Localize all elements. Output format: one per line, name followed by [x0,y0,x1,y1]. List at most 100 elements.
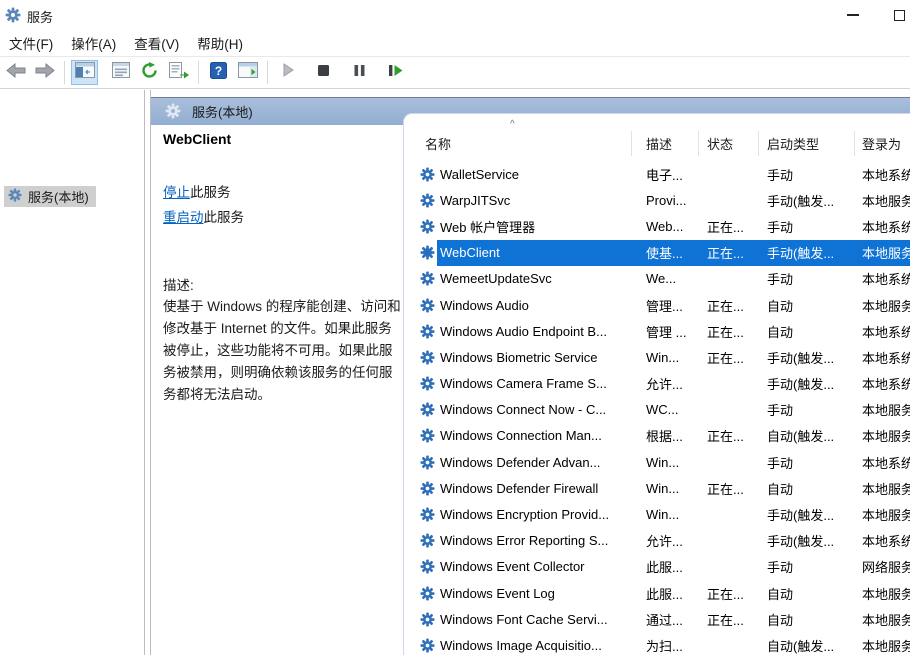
column-header-status[interactable]: 状态 [707,134,733,153]
restart-service-link[interactable]: 重启动 [163,210,204,225]
table-row[interactable]: Windows Encryption Provid...Win...手动(触发.… [404,501,910,527]
menu-item[interactable]: 操作(A) [62,29,125,57]
back-button[interactable] [2,60,29,85]
table-row[interactable]: WemeetUpdateSvcWe... 手动本地系统 [404,266,910,292]
cell-log-on-as: 本地系统 [854,269,910,288]
column-header-startup-type[interactable]: 启动类型 [767,134,819,153]
table-row[interactable]: Windows Audio管理...正在...自动本地服务 [404,292,910,318]
cell-name: Web 帐户管理器 [404,217,631,236]
cell-name: WemeetUpdateSvc [404,271,631,286]
start-icon [281,63,295,82]
service-gear-icon [420,298,435,313]
cell-name: Windows Error Reporting S... [404,533,631,548]
cell-description: 此服... [631,584,698,603]
cell-startup-type: 自动(触发... [758,426,854,445]
cell-description: Win... [631,507,698,522]
service-name: WalletService [440,167,519,182]
service-name: Windows Image Acquisitio... [440,638,602,653]
table-header: ^ 名称描述状态启动类型登录为 [404,114,910,161]
console-tree-icon [75,62,95,83]
help-button[interactable]: ? [205,60,232,85]
services-gear-icon [8,188,22,205]
table-row[interactable]: Web 帐户管理器Web...正在...手动本地系统 [404,213,910,239]
column-header-description[interactable]: 描述 [646,134,672,153]
column-header-name[interactable]: 名称 [425,134,451,153]
show-action-pane-button[interactable] [234,60,261,85]
table-row[interactable]: WarpJITSvcProvi...手动(触发...本地服务 [404,187,910,213]
cell-description: 允许... [631,531,698,550]
cell-name: Windows Audio [404,298,631,313]
table-row[interactable]: Windows Event Log此服...正在...自动本地服务 [404,580,910,606]
table-row[interactable]: WalletService电子...手动本地系统 [404,161,910,187]
show-console-tree-button[interactable] [71,60,98,85]
cell-log-on-as: 网络服务 [854,557,910,576]
sidebar-item-services-local[interactable]: 服务(本地) [4,186,96,207]
cell-status: 正在... [698,584,758,603]
service-name: Windows Event Collector [440,559,585,574]
table-row[interactable]: Windows Image Acquisitio...为扫...自动(触发...… [404,632,910,655]
restart-service-button[interactable] [382,60,409,85]
table-row[interactable]: Windows Defender Advan...Win...手动本地系统 [404,449,910,475]
back-icon [6,63,26,83]
cell-log-on-as: 本地系统 [854,322,910,341]
cell-description: 管理... [631,296,698,315]
table-row[interactable]: WebClient使基...正在...手动(触发...本地服务 [404,240,910,266]
table-row[interactable]: Windows Connection Man...根据...正在...自动(触发… [404,423,910,449]
start-service-button[interactable] [274,60,301,85]
menu-item[interactable]: 查看(V) [125,29,188,57]
menu-bar: 文件(F)操作(A)查看(V)帮助(H) [0,30,910,57]
table-row[interactable]: Windows Defender FirewallWin...正在...自动本地… [404,475,910,501]
cell-log-on-as: 本地服务 [854,191,910,210]
pane-divider[interactable] [144,90,145,655]
service-name: WebClient [440,245,500,260]
menu-item[interactable]: 帮助(H) [188,29,252,57]
cell-log-on-as: 本地系统 [854,165,910,184]
cell-log-on-as: 本地服务 [854,296,910,315]
cell-startup-type: 手动(触发... [758,243,854,262]
minimize-button[interactable] [836,0,870,30]
cell-description: Win... [631,455,698,470]
table-row[interactable]: Windows Audio Endpoint B...管理 ...正在...自动… [404,318,910,344]
cell-startup-type: 手动 [758,453,854,472]
cell-log-on-as: 本地服务 [854,479,910,498]
cell-startup-type: 自动 [758,610,854,629]
toolbar-separator [267,61,268,84]
table-row[interactable]: Windows Camera Frame S...允许...手动(触发...本地… [404,371,910,397]
cell-name: Windows Biometric Service [404,350,631,365]
table-row[interactable]: Windows Connect Now - C...WC...手动本地服务 [404,397,910,423]
cell-name: Windows Defender Firewall [404,481,631,496]
cell-description: 通过... [631,610,698,629]
cell-log-on-as: 本地系统 [854,453,910,472]
cell-log-on-as: 本地服务 [854,243,910,262]
toolbar: ? [0,57,910,89]
cell-name: Windows Connection Man... [404,428,631,443]
table-row[interactable]: Windows Biometric ServiceWin...正在...手动(触… [404,344,910,370]
cell-description: We... [631,271,698,286]
cell-name: Windows Audio Endpoint B... [404,324,631,339]
console-tree-pane: 服务(本地) [0,90,144,655]
pause-service-button[interactable] [346,60,373,85]
service-name: Windows Connect Now - C... [440,402,606,417]
maximize-button[interactable] [882,0,910,30]
stop-service-link[interactable]: 停止 [163,185,190,200]
properties-button[interactable] [107,60,134,85]
service-name: Windows Biometric Service [440,350,598,365]
service-name: Windows Encryption Provid... [440,507,609,522]
column-separator [698,131,699,156]
stop-service-suffix: 此服务 [190,185,231,200]
table-row[interactable]: Windows Event Collector此服...手动网络服务 [404,554,910,580]
column-header-log-on-as[interactable]: 登录为 [862,134,901,153]
table-row[interactable]: Windows Error Reporting S...允许...手动(触发..… [404,528,910,554]
table-row[interactable]: Windows Font Cache Servi...通过...正在...自动本… [404,606,910,632]
cell-status: 正在... [698,426,758,445]
cell-description: 管理 ... [631,322,698,341]
stop-service-button[interactable] [310,60,337,85]
menu-item[interactable]: 文件(F) [0,29,62,57]
forward-button[interactable] [31,60,58,85]
cell-name: Windows Font Cache Servi... [404,612,631,627]
export-list-button[interactable] [165,60,192,85]
cell-status: 正在... [698,243,758,262]
restart-service-suffix: 此服务 [204,210,245,225]
cell-startup-type: 手动 [758,269,854,288]
refresh-button[interactable] [136,60,163,85]
